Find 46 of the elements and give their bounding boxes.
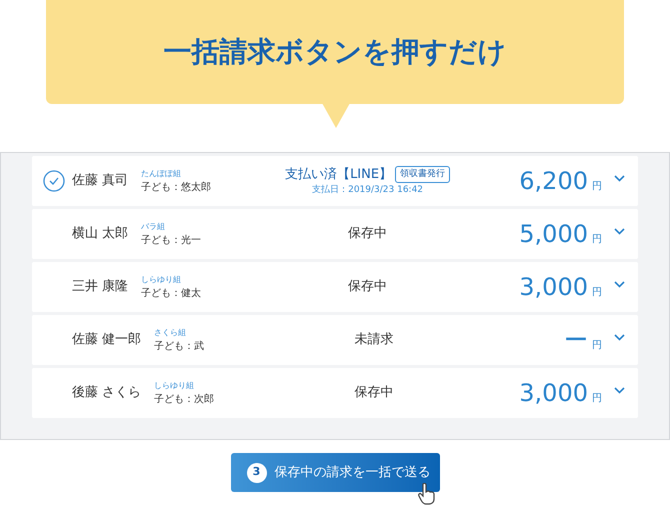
list-row[interactable]: 横山 太郎 バラ組 子ども：光一 保存中 5,000 円 bbox=[32, 209, 638, 259]
parent-name: 佐藤 真司 bbox=[72, 172, 128, 190]
pointer-hand-icon bbox=[418, 483, 436, 505]
status-text: 保存中 bbox=[348, 225, 388, 244]
amount: ー bbox=[564, 325, 588, 356]
child-name: 子ども：健太 bbox=[141, 286, 202, 300]
class-name: たんぽぽ組 bbox=[141, 168, 182, 180]
yen-unit: 円 bbox=[592, 286, 602, 300]
parent-name: 三井 康隆 bbox=[72, 278, 128, 296]
amount: 6,200 bbox=[519, 166, 588, 197]
chevron-down-icon[interactable] bbox=[614, 280, 625, 288]
child-name: 子ども：次郎 bbox=[154, 392, 216, 406]
yen-unit: 円 bbox=[592, 180, 602, 194]
status-text: 保存中 bbox=[354, 384, 394, 402]
class-name: しらゆり組 bbox=[154, 380, 196, 392]
chevron-down-icon[interactable] bbox=[614, 386, 625, 394]
list-row[interactable]: 佐藤 真司 たんぽぽ組 子ども：悠太郎 支払い済【LINE】 領収書発行 支払日：2019/3/23 16:42 6,200 円 bbox=[32, 156, 638, 206]
payment-date: 支払日：2019/3/23 16:42 bbox=[312, 184, 424, 197]
yen-unit: 円 bbox=[592, 392, 602, 406]
list-row[interactable]: 三井 康隆 しらゆり組 子ども：健太 保存中 3,000 円 bbox=[32, 262, 638, 312]
yen-unit: 円 bbox=[592, 233, 602, 247]
headline: 一括請求ボタンを押すだけ bbox=[164, 34, 506, 70]
yen-unit: 円 bbox=[592, 339, 602, 353]
class-name: しらゆり組 bbox=[141, 274, 182, 286]
class-name: バラ組 bbox=[141, 220, 166, 232]
chevron-down-icon[interactable] bbox=[614, 174, 625, 182]
list-row[interactable]: 後藤 さくら しらゆり組 子ども：次郎 保存中 3,000 円 bbox=[32, 368, 638, 418]
parent-name: 横山 太郎 bbox=[72, 225, 128, 244]
child-name: 子ども：光一 bbox=[141, 234, 202, 248]
step-number: 3 bbox=[246, 462, 266, 482]
chevron-down-icon[interactable] bbox=[614, 228, 625, 234]
amount: 3,000 bbox=[519, 272, 588, 303]
amount: 3,000 bbox=[519, 378, 588, 409]
list-row[interactable]: 佐藤 健一郎 さくら組 子ども：武 未請求 ー 円 bbox=[32, 315, 638, 365]
class-name: さくら組 bbox=[154, 326, 188, 338]
receipt-button[interactable]: 領収書発行 bbox=[395, 166, 450, 183]
parent-name: 佐藤 健一郎 bbox=[72, 331, 142, 350]
chevron-down-icon[interactable] bbox=[614, 334, 625, 340]
child-name: 子ども：武 bbox=[154, 340, 206, 354]
status-text: 保存中 bbox=[348, 278, 388, 296]
parent-name: 後藤 さくら bbox=[72, 384, 142, 402]
status-text: 支払い済【LINE】 bbox=[285, 166, 392, 184]
status-text: 未請求 bbox=[354, 331, 394, 350]
child-name: 子ども：悠太郎 bbox=[141, 180, 212, 194]
send-all-button[interactable]: 3 保存中の請求を一括で送る bbox=[230, 453, 440, 492]
amount: 5,000 bbox=[519, 219, 588, 250]
